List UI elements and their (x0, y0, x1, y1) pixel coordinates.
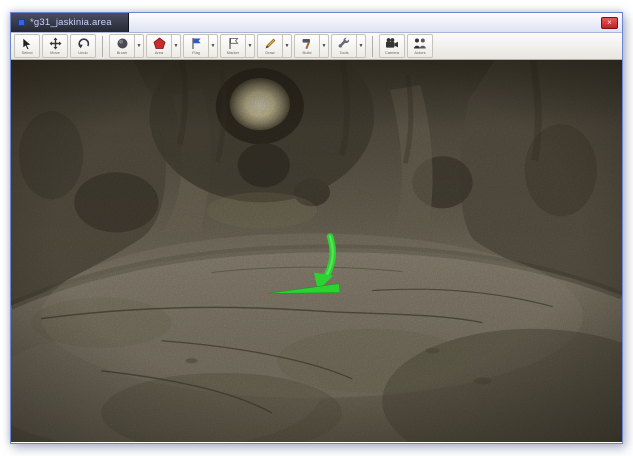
toolbar-buttons: Select Move Undo Brush ▼ Area ▼ Flag ▼ Marker ▼ Dra… (14, 34, 433, 58)
toolbar-group-camera: Camera (379, 34, 405, 58)
toolbar-button-flag[interactable]: Flag (183, 34, 209, 58)
file-icon (18, 19, 25, 26)
toolbar-dropdown-brush[interactable]: ▼ (134, 34, 144, 58)
close-button[interactable]: × (601, 17, 618, 29)
move-icon (49, 37, 62, 51)
toolbar-button-label-build: Build (302, 49, 312, 55)
toolbar-group-area: Area ▼ (146, 34, 181, 58)
title-bar: *g31_jaskinia.area × (11, 13, 622, 33)
editor-window: *g31_jaskinia.area × Select Move Undo Brush… (10, 12, 623, 444)
toolbar-group-actors: Actors (407, 34, 433, 58)
toolbar-button-area[interactable]: Area (146, 34, 172, 58)
toolbar-button-actors[interactable]: Actors (407, 34, 433, 58)
toolbar-button-draw[interactable]: Draw (257, 34, 283, 58)
toolbar-button-camera[interactable]: Camera (379, 34, 405, 58)
toolbar-button-label-undo: Undo (78, 49, 88, 55)
toolbar-dropdown-marker[interactable]: ▼ (245, 34, 255, 58)
toolbar-group-marker: Marker ▼ (220, 34, 255, 58)
toolbar-button-tools[interactable]: Tools (331, 34, 357, 58)
viewport-canvas[interactable] (11, 60, 622, 442)
toolbar-dropdown-draw[interactable]: ▼ (282, 34, 292, 58)
toolbar-button-label-select: Select (21, 49, 33, 55)
toolbar-group-move: Move (42, 34, 68, 58)
undo-icon (77, 37, 90, 51)
pentagon-icon (153, 37, 166, 51)
document-tab[interactable]: *g31_jaskinia.area (11, 13, 129, 32)
flag-icon (190, 37, 203, 51)
toolbar-button-undo[interactable]: Undo (70, 34, 96, 58)
toolbar-group-brush: Brush ▼ (109, 34, 144, 58)
toolbar: Select Move Undo Brush ▼ Area ▼ Flag ▼ Marker ▼ Dra… (11, 33, 622, 60)
people-icon (413, 37, 427, 51)
toolbar-button-brush[interactable]: Brush (109, 34, 135, 58)
toolbar-button-label-move: Move (50, 49, 60, 55)
pencil-icon (264, 37, 277, 51)
toolbar-button-marker[interactable]: Marker (220, 34, 246, 58)
toolbar-group-build: Build ▼ (294, 34, 329, 58)
toolbar-button-label-marker: Marker (226, 49, 240, 55)
toolbar-group-select: Select (14, 34, 40, 58)
toolbar-button-label-draw: Draw (265, 49, 275, 55)
wrench-icon (338, 37, 351, 51)
camera-icon (385, 37, 399, 51)
marker-flag-icon (227, 37, 240, 51)
toolbar-group-flag: Flag ▼ (183, 34, 218, 58)
toolbar-button-move[interactable]: Move (42, 34, 68, 58)
toolbar-button-label-tools: Tools (339, 49, 349, 55)
toolbar-button-build[interactable]: Build (294, 34, 320, 58)
toolbar-button-label-flag: Flag (192, 49, 200, 55)
toolbar-group-undo: Undo (70, 34, 96, 58)
toolbar-group-tools: Tools ▼ (331, 34, 366, 58)
toolbar-dropdown-area[interactable]: ▼ (171, 34, 181, 58)
hammer-icon (301, 37, 314, 51)
viewport (11, 60, 622, 442)
toolbar-separator (372, 35, 373, 57)
sphere-icon (116, 37, 129, 51)
toolbar-group-draw: Draw ▼ (257, 34, 292, 58)
desktop-background: *g31_jaskinia.area × Select Move Undo Brush… (0, 0, 633, 456)
toolbar-button-label-camera: Camera (384, 49, 400, 55)
toolbar-dropdown-tools[interactable]: ▼ (356, 34, 366, 58)
cave-scene (11, 60, 622, 442)
toolbar-button-label-brush: Brush (116, 49, 128, 55)
toolbar-dropdown-flag[interactable]: ▼ (208, 34, 218, 58)
toolbar-button-label-area: Area (154, 49, 164, 55)
pointer-icon (21, 37, 34, 51)
document-tab-label: *g31_jaskinia.area (30, 17, 112, 28)
toolbar-button-select[interactable]: Select (14, 34, 40, 58)
toolbar-dropdown-build[interactable]: ▼ (319, 34, 329, 58)
toolbar-separator (102, 35, 103, 57)
toolbar-button-label-actors: Actors (414, 49, 426, 55)
